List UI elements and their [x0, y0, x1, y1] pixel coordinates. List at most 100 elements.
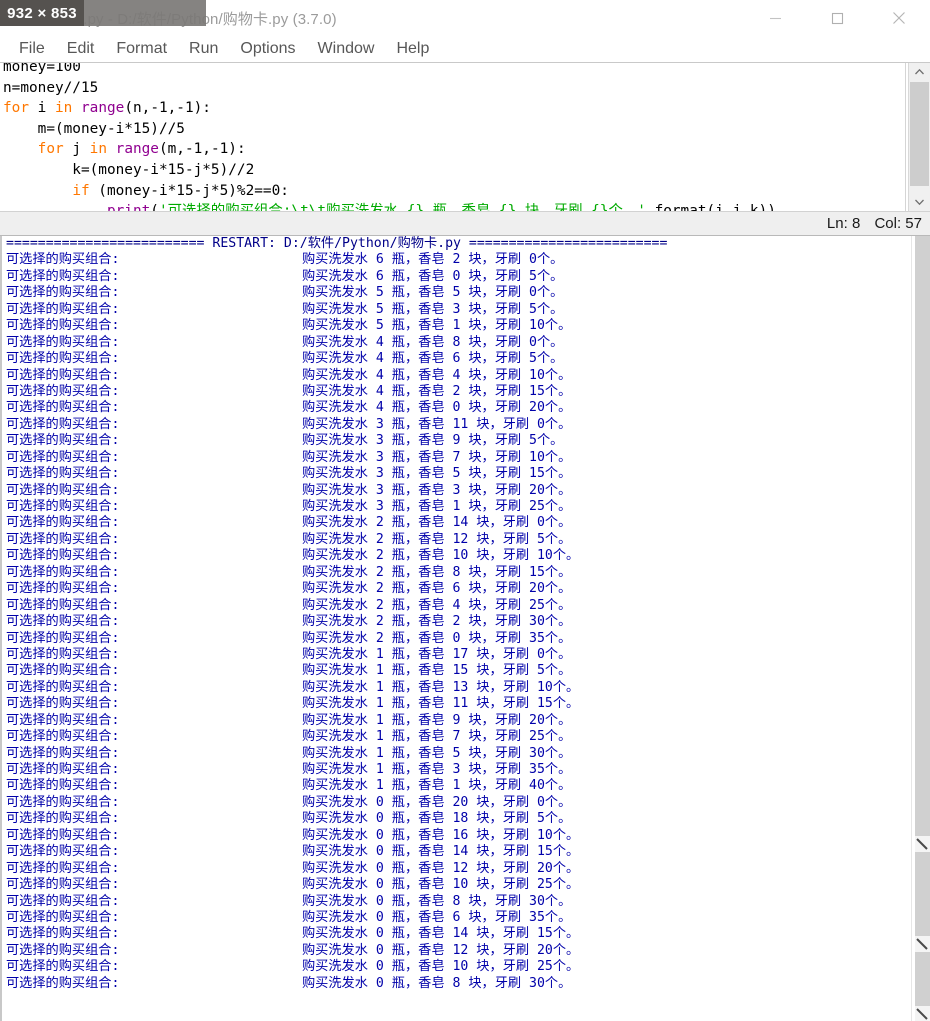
- combo-label: 可选择的购买组合:: [6, 696, 120, 712]
- idle-window: 购物卡.py - D:/软件/Python/购物卡.py (3.7.0) 932…: [0, 0, 930, 1021]
- editor-vertical-scrollbar[interactable]: [908, 63, 930, 211]
- shell-scroll-arrow-c[interactable]: [915, 1006, 930, 1021]
- code-token: k=(money-i*15-j*5)//2: [3, 161, 255, 178]
- maximize-button[interactable]: [806, 0, 868, 36]
- code-token: for: [3, 100, 29, 117]
- shell-output-row: 可选择的购买组合: 购买洗发水 5 瓶，香皂 1 块，牙刷 10个。: [6, 318, 667, 334]
- title-bar: 购物卡.py - D:/软件/Python/购物卡.py (3.7.0) 932…: [0, 0, 930, 36]
- shell-output-row: 可选择的购买组合: 购买洗发水 3 瓶，香皂 11 块，牙刷 0个。: [6, 417, 667, 433]
- menu-item-format[interactable]: Format: [105, 36, 178, 62]
- code-token: money=100: [3, 63, 81, 75]
- code-line: money=100: [3, 63, 776, 78]
- combo-detail: 购买洗发水 1 瓶，香皂 3 块，牙刷 35个。: [302, 762, 572, 778]
- shell-output-row: 可选择的购买组合: 购买洗发水 5 瓶，香皂 5 块，牙刷 0个。: [6, 285, 667, 301]
- source-code: money=100 n=money//15 for i in range(n,-1,…: [3, 63, 776, 211]
- menu-item-edit[interactable]: Edit: [56, 36, 106, 62]
- shell-output-row: 可选择的购买组合: 购买洗发水 2 瓶，香皂 8 块，牙刷 15个。: [6, 565, 667, 581]
- combo-detail: 购买洗发水 3 瓶，香皂 5 块，牙刷 15个。: [302, 466, 572, 482]
- menu-item-run[interactable]: Run: [178, 36, 229, 62]
- code-line: for j in range(m,-1,-1):: [3, 139, 776, 160]
- shell-output-row: 可选择的购买组合: 购买洗发水 2 瓶，香皂 0 块，牙刷 35个。: [6, 631, 667, 647]
- scroll-down-arrow[interactable]: [909, 193, 930, 211]
- combo-label: 可选择的购买组合:: [6, 351, 120, 367]
- shell-output-row: 可选择的购买组合: 购买洗发水 0 瓶，香皂 12 块，牙刷 20个。: [6, 861, 667, 877]
- window-controls: [744, 0, 930, 36]
- window-size-overlay: 932 × 853: [0, 0, 84, 26]
- editor-scroll-thumb[interactable]: [910, 82, 929, 186]
- minimize-button[interactable]: [744, 0, 806, 36]
- shell-output-row: 可选择的购买组合: 购买洗发水 2 瓶，香皂 14 块，牙刷 0个。: [6, 515, 667, 531]
- shell-output-row: 可选择的购买组合: 购买洗发水 1 瓶，香皂 11 块，牙刷 15个。: [6, 696, 667, 712]
- combo-detail: 购买洗发水 5 瓶，香皂 3 块，牙刷 5个。: [302, 301, 564, 317]
- python-shell-output[interactable]: ========================= RESTART: D:/软件…: [0, 236, 908, 1021]
- combo-label: 可选择的购买组合:: [6, 383, 120, 399]
- combo-label: 可选择的购买组合:: [6, 614, 120, 630]
- combo-detail: 购买洗发水 0 瓶，香皂 8 块，牙刷 30个。: [302, 975, 572, 991]
- combo-label: 可选择的购买组合:: [6, 630, 120, 646]
- combo-detail: 购买洗发水 2 瓶，香皂 10 块，牙刷 10个。: [302, 548, 580, 564]
- combo-label: 可选择的购买组合:: [6, 729, 120, 745]
- shell-output-row: 可选择的购买组合: 购买洗发水 1 瓶，香皂 3 块，牙刷 35个。: [6, 762, 667, 778]
- combo-detail: 购买洗发水 4 瓶，香皂 0 块，牙刷 20个。: [302, 400, 572, 416]
- shell-scroll-track[interactable]: [915, 236, 930, 1021]
- menu-item-window[interactable]: Window: [307, 36, 386, 62]
- combo-detail: 购买洗发水 1 瓶，香皂 17 块，牙刷 0个。: [302, 646, 572, 662]
- shell-output-row: 可选择的购买组合: 购买洗发水 0 瓶，香皂 18 块，牙刷 5个。: [6, 811, 667, 827]
- combo-label: 可选择的购买组合:: [6, 531, 120, 547]
- code-token: print: [107, 203, 150, 211]
- combo-detail: 购买洗发水 4 瓶，香皂 6 块，牙刷 5个。: [302, 351, 564, 367]
- combo-label: 可选择的购买组合:: [6, 564, 120, 580]
- code-line: print('可选择的购买组合:\t\t购买洗发水 {} 瓶，香皂 {} 块，牙…: [3, 201, 776, 211]
- combo-label: 可选择的购买组合:: [6, 433, 120, 449]
- code-token: in: [55, 100, 73, 117]
- combo-label: 可选择的购买组合:: [6, 926, 120, 942]
- code-token: i: [29, 100, 55, 117]
- shell-output-row: 可选择的购买组合: 购买洗发水 0 瓶，香皂 20 块，牙刷 0个。: [6, 795, 667, 811]
- combo-label: 可选择的购买组合:: [6, 285, 120, 301]
- menu-item-options[interactable]: Options: [229, 36, 306, 62]
- combo-detail: 购买洗发水 1 瓶，香皂 9 块，牙刷 20个。: [302, 712, 572, 728]
- combo-detail: 购买洗发水 3 瓶，香皂 9 块，牙刷 5个。: [302, 433, 564, 449]
- scroll-up-arrow[interactable]: [909, 63, 930, 81]
- shell-output-row: 可选择的购买组合: 购买洗发水 0 瓶，香皂 16 块，牙刷 10个。: [6, 828, 667, 844]
- shell-output-row: 可选择的购买组合: 购买洗发水 4 瓶，香皂 6 块，牙刷 5个。: [6, 351, 667, 367]
- combo-label: 可选择的购买组合:: [6, 975, 120, 991]
- shell-output-row: 可选择的购买组合: 购买洗发水 1 瓶，香皂 17 块，牙刷 0个。: [6, 647, 667, 663]
- combo-label: 可选择的购买组合:: [6, 663, 120, 679]
- shell-scroll-arrow-b[interactable]: [915, 936, 930, 952]
- shell-output-row: 可选择的购买组合: 购买洗发水 3 瓶，香皂 7 块，牙刷 10个。: [6, 450, 667, 466]
- combo-label: 可选择的购买组合:: [6, 499, 120, 515]
- shell-output-row: 可选择的购买组合: 购买洗发水 2 瓶，香皂 10 块，牙刷 10个。: [6, 548, 667, 564]
- shell-output-row: 可选择的购买组合: 购买洗发水 1 瓶，香皂 15 块，牙刷 5个。: [6, 663, 667, 679]
- shell-text: ========================= RESTART: D:/软件…: [6, 236, 667, 992]
- code-line: n=money//15: [3, 78, 776, 99]
- combo-label: 可选择的购买组合:: [6, 318, 120, 334]
- menu-item-file[interactable]: File: [8, 36, 56, 62]
- shell-output-row: 可选择的购买组合: 购买洗发水 2 瓶，香皂 6 块，牙刷 20个。: [6, 581, 667, 597]
- shell-output-row: 可选择的购买组合: 购买洗发水 1 瓶，香皂 1 块，牙刷 40个。: [6, 778, 667, 794]
- combo-detail: 购买洗发水 1 瓶，香皂 7 块，牙刷 25个。: [302, 729, 572, 745]
- code-token: for: [37, 141, 64, 158]
- shell-scroll-arrow-a[interactable]: [915, 836, 930, 852]
- code-token: (m,-1,-1):: [158, 141, 246, 158]
- editor-pane: money=100 n=money//15 for i in range(n,-1,…: [0, 62, 930, 211]
- status-line: Ln: 8: [826, 215, 861, 232]
- shell-vertical-scrollbar[interactable]: [908, 236, 930, 1021]
- shell-restart-line: ========================= RESTART: D:/软件…: [6, 236, 668, 251]
- combo-label: 可选择的购买组合:: [6, 268, 120, 284]
- code-editor[interactable]: money=100 n=money//15 for i in range(n,-1,…: [0, 63, 906, 211]
- menu-item-help[interactable]: Help: [385, 36, 440, 62]
- combo-detail: 购买洗发水 5 瓶，香皂 1 块，牙刷 10个。: [302, 318, 572, 334]
- combo-label: 可选择的购买组合:: [6, 811, 120, 827]
- shell-output-row: 可选择的购买组合: 购买洗发水 4 瓶，香皂 0 块，牙刷 20个。: [6, 400, 667, 416]
- code-token: (n,-1,-1):: [124, 100, 211, 117]
- shell-output-row: 可选择的购买组合: 购买洗发水 0 瓶，香皂 8 块，牙刷 30个。: [6, 894, 667, 910]
- shell-output-row: 可选择的购买组合: 购买洗发水 4 瓶，香皂 8 块，牙刷 0个。: [6, 335, 667, 351]
- shell-output-row: 可选择的购买组合: 购买洗发水 1 瓶，香皂 13 块，牙刷 10个。: [6, 680, 667, 696]
- combo-detail: 购买洗发水 0 瓶，香皂 14 块，牙刷 15个。: [302, 844, 580, 860]
- combo-label: 可选择的购买组合:: [6, 252, 120, 268]
- close-button[interactable]: [868, 0, 930, 36]
- combo-detail: 购买洗发水 2 瓶，香皂 0 块，牙刷 35个。: [302, 630, 572, 646]
- combo-detail: 购买洗发水 0 瓶，香皂 16 块，牙刷 10个。: [302, 827, 580, 843]
